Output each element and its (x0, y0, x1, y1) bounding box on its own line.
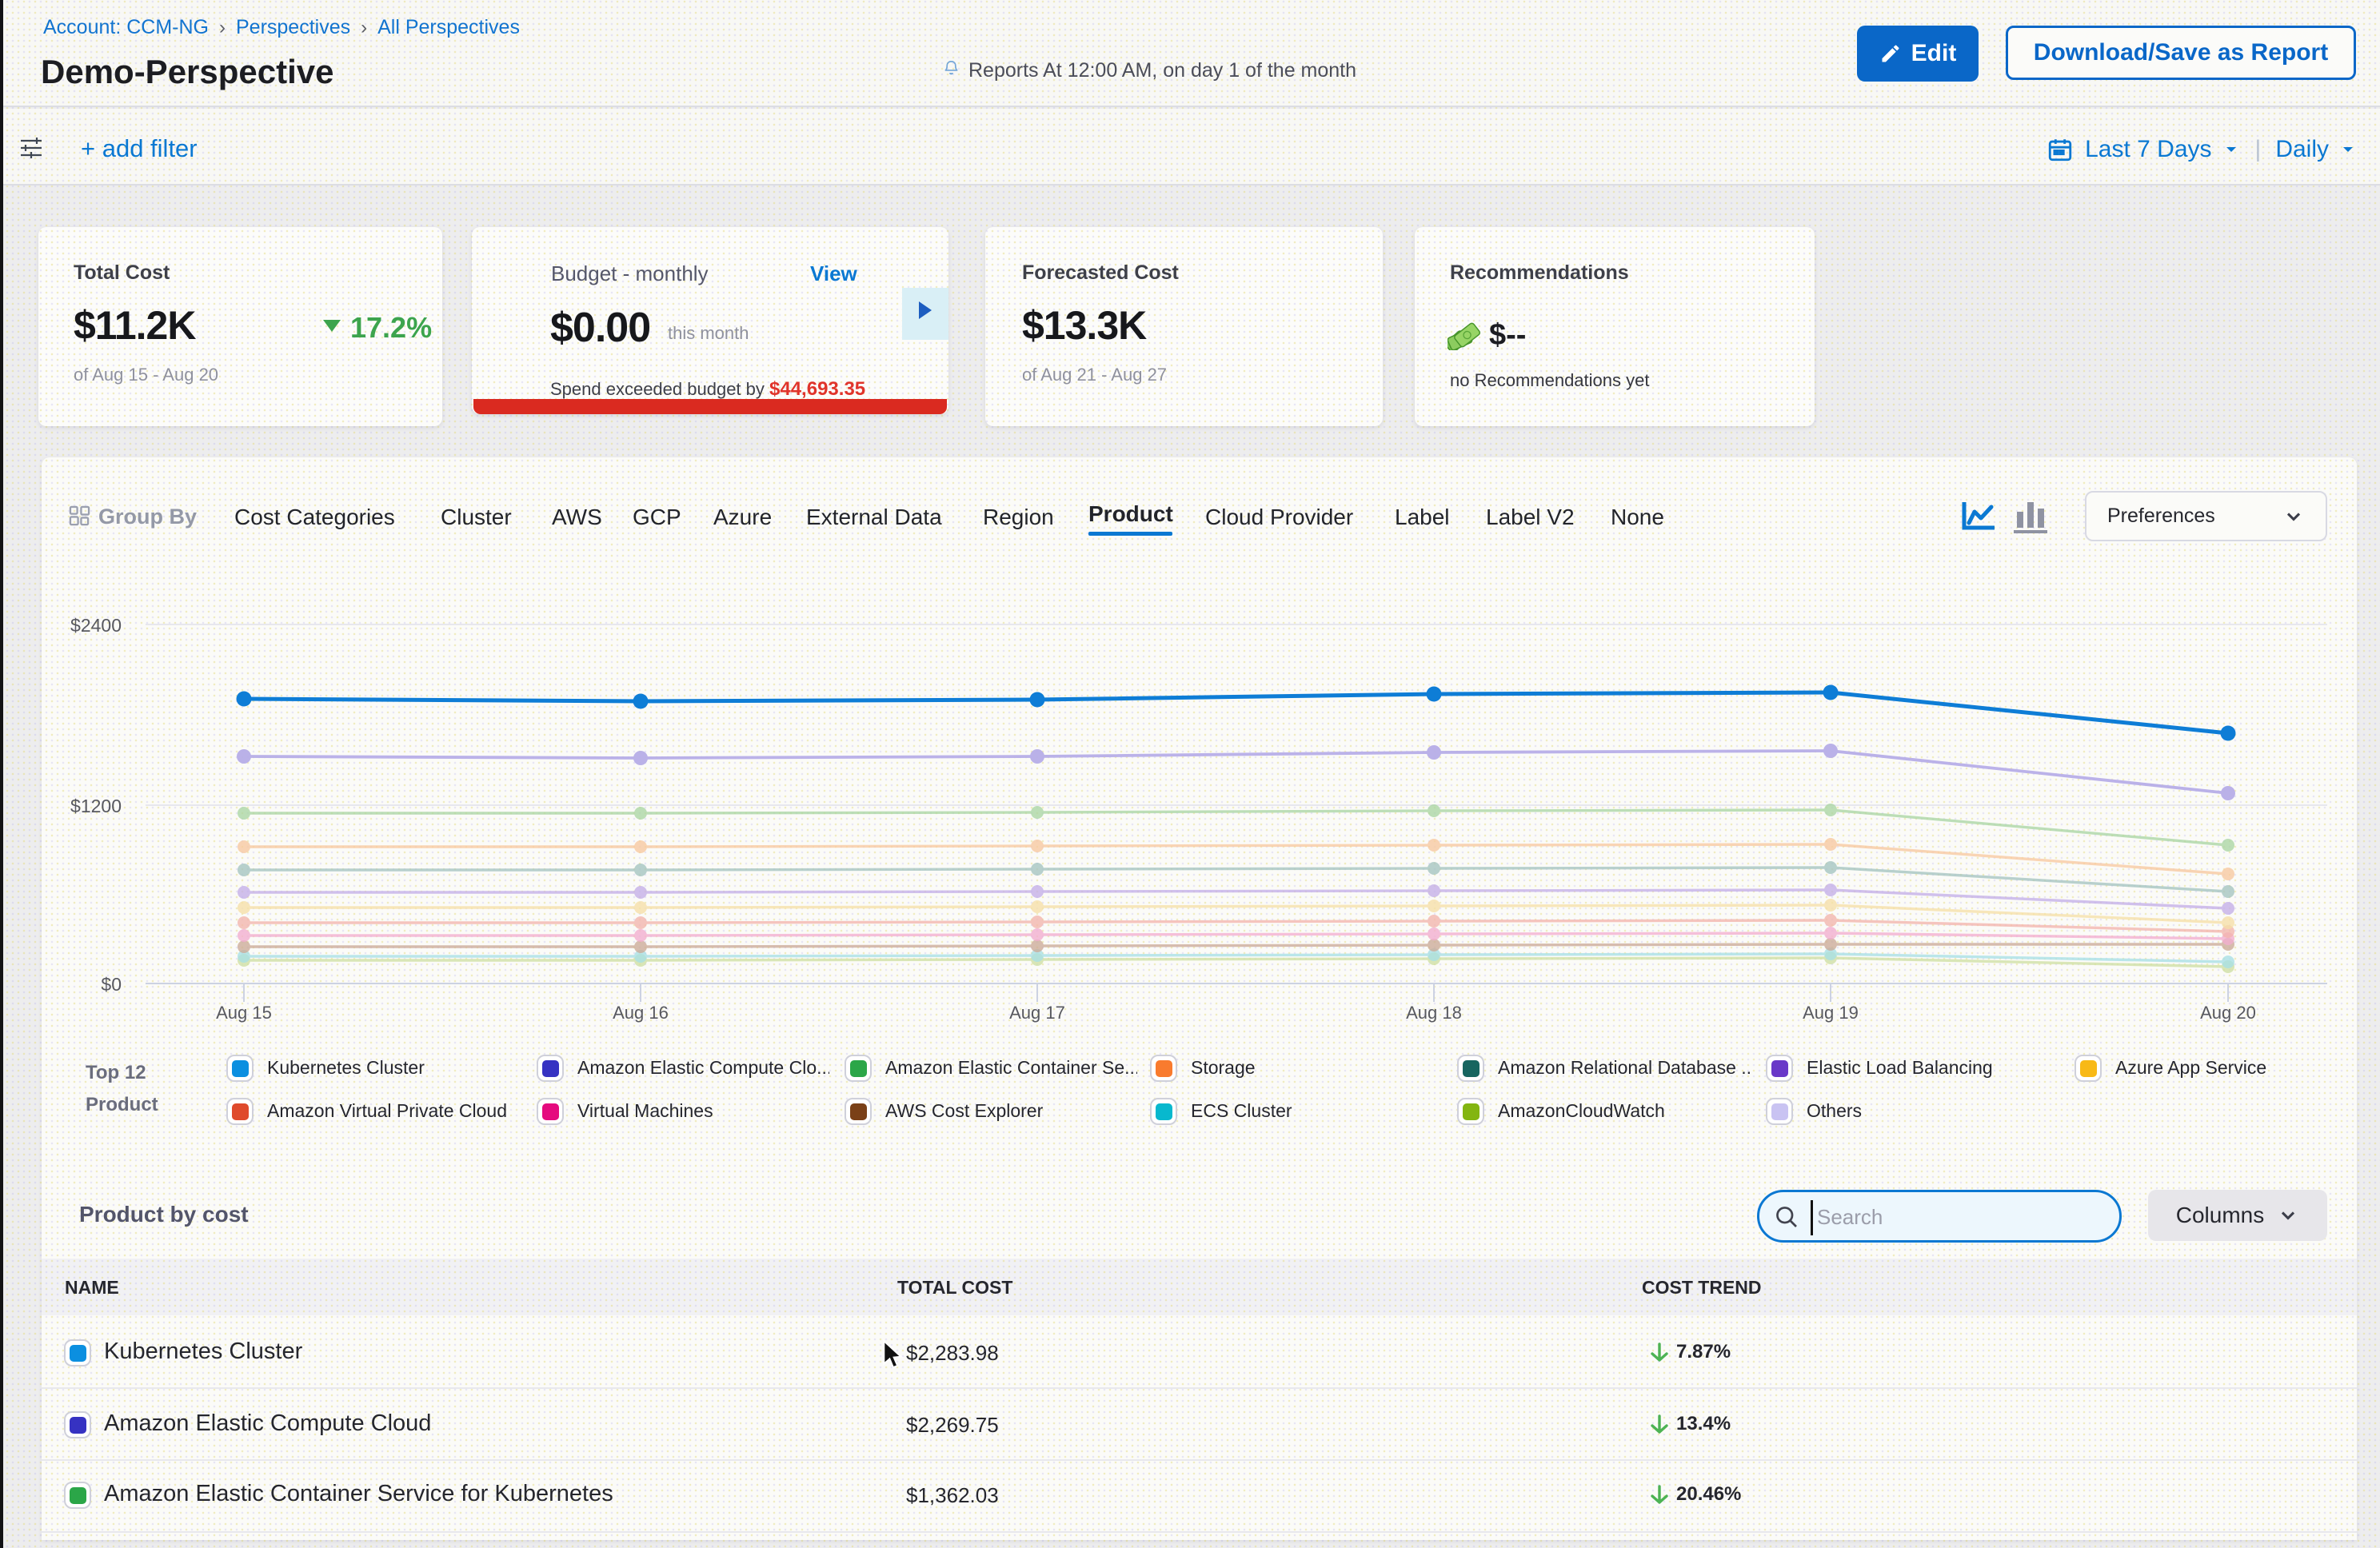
svg-text:$2400: $2400 (70, 615, 122, 636)
svg-text:Aug 20: Aug 20 (2200, 1003, 2256, 1023)
svg-text:Aug 16: Aug 16 (613, 1003, 669, 1023)
svg-text:Aug 19: Aug 19 (1803, 1003, 1859, 1023)
svg-text:$0: $0 (101, 974, 122, 995)
svg-text:$1200: $1200 (70, 796, 122, 816)
svg-text:Aug 15: Aug 15 (216, 1003, 272, 1023)
svg-text:Aug 18: Aug 18 (1406, 1003, 1462, 1023)
svg-text:Aug 17: Aug 17 (1009, 1003, 1065, 1023)
